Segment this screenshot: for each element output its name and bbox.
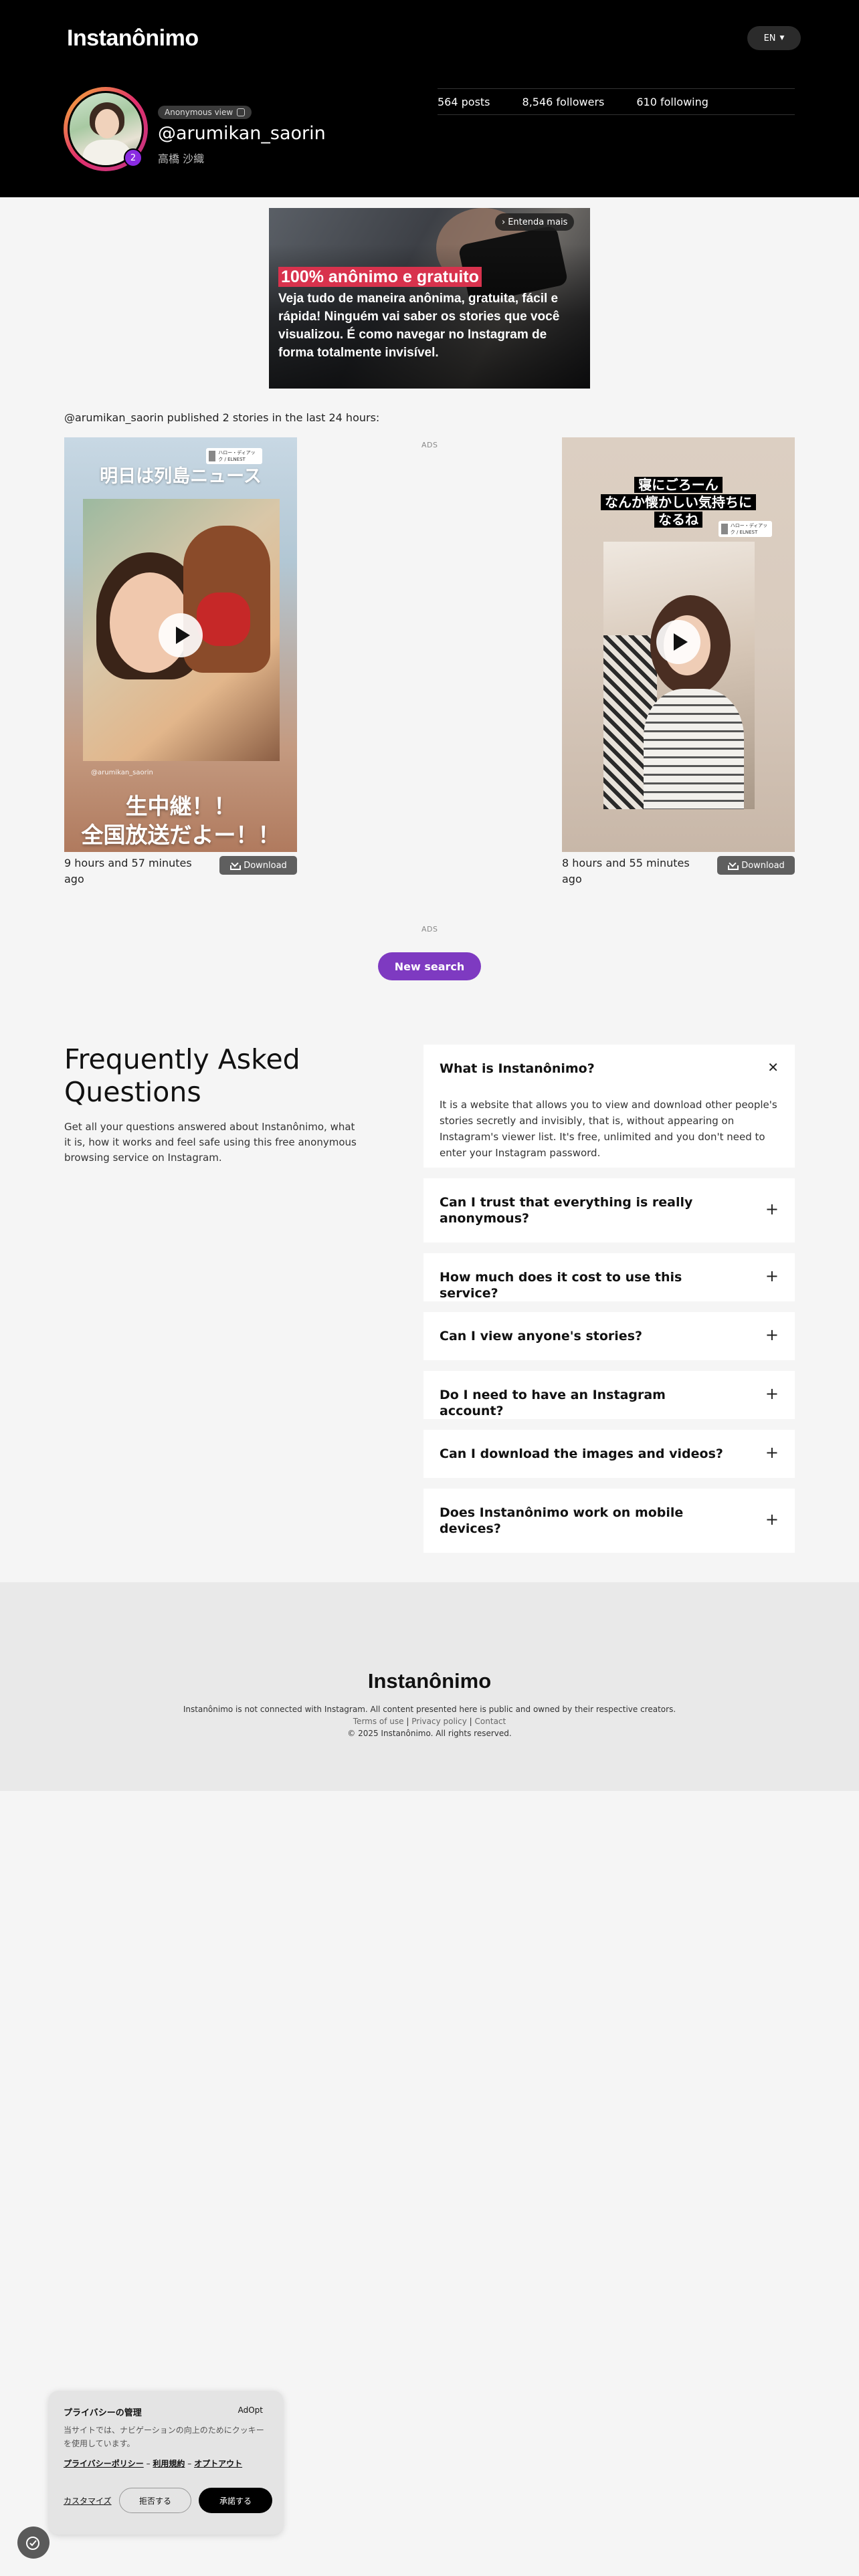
chevron-right-icon: › <box>502 217 506 227</box>
download-label: Download <box>244 860 287 871</box>
story-caption-line-3: なるね <box>654 512 702 528</box>
cookie-consent-panel: プライバシーの管理 AdOpt 当サイトでは、ナビゲーションの向上のためにクッキ… <box>49 2391 283 2535</box>
download-icon <box>229 861 242 870</box>
faq-question: Can I view anyone's stories? <box>440 1329 643 1344</box>
published-summary: @arumikan_saorin published 2 stories in … <box>64 411 380 424</box>
accept-button[interactable]: 承諾する <box>199 2488 272 2513</box>
story-caption-line-1: 生中継！！ <box>125 793 236 819</box>
eye-off-icon <box>237 108 246 116</box>
faq-item[interactable]: Can I view anyone's stories? + <box>423 1312 795 1360</box>
story-tag-chip: ハロー・ディアック / ELNEST <box>206 448 262 464</box>
terms-link[interactable]: Terms of use <box>353 1717 404 1726</box>
story-caption-line-1: 寝にごろーん <box>634 477 723 493</box>
plus-icon[interactable]: + <box>765 1200 779 1218</box>
opt-out-link[interactable]: オプトアウト <box>194 2459 242 2468</box>
faq-item[interactable]: Do I need to have an Instagram account? … <box>423 1371 795 1419</box>
followers-count: 8,546 followers <box>522 95 605 108</box>
cookie-settings-button[interactable] <box>17 2527 50 2559</box>
language-label: EN <box>763 33 776 43</box>
faq-question: How much does it cost to use this servic… <box>440 1270 682 1301</box>
privacy-link[interactable]: Privacy policy <box>411 1717 467 1726</box>
customize-link[interactable]: カスタマイズ <box>64 2495 112 2506</box>
contact-link[interactable]: Contact <box>475 1717 506 1726</box>
story-caption-line-2: 全国放送だよー！！ <box>81 822 280 848</box>
story-timestamp: 9 hours and 57 minutes ago <box>64 857 192 885</box>
ad-banner[interactable]: › Entenda mais 100% anônimo e gratuito V… <box>269 208 590 389</box>
story-tag-text: ハロー・ディアック / ELNEST <box>218 450 256 462</box>
story-tag-chip: ハロー・ディアック / ELNEST <box>719 521 772 537</box>
plus-icon[interactable]: + <box>765 1443 779 1462</box>
plus-icon[interactable]: + <box>765 1384 779 1403</box>
cookie-links: プライバシーポリシー – 利用規約 – オプトアウト <box>64 2459 243 2468</box>
story-caption-bottom: 生中継！！ 全国放送だよー！！ <box>64 792 297 849</box>
faq-item[interactable]: What is Instanônimo? ✕ It is a website t… <box>423 1045 795 1168</box>
plus-icon[interactable]: + <box>765 1510 779 1529</box>
cookie-check-icon <box>26 2537 39 2550</box>
new-search-button[interactable]: New search <box>378 952 481 980</box>
faq-question: Can I trust that everything is really an… <box>440 1195 693 1226</box>
profile-stats: 564 posts 8,546 followers 610 following <box>438 88 795 115</box>
header: Instanônimo EN ▼ 2 Anonymous view @arumi… <box>0 0 859 197</box>
profile-avatar-ring[interactable]: 2 <box>64 87 148 171</box>
plus-icon[interactable]: + <box>765 1267 779 1285</box>
faq-title: Frequently Asked Questions <box>64 1043 300 1108</box>
faq-subtitle: Get all your questions answered about In… <box>64 1121 357 1164</box>
story-image <box>603 542 755 809</box>
profile-real-name: 高橋 沙織 <box>158 152 205 165</box>
ads-label: ADS <box>421 441 438 449</box>
story-tag-text: ハロー・ディアック / ELNEST <box>730 523 768 535</box>
footer-copyright: © 2025 Instanônimo. All rights reserved. <box>347 1729 512 1738</box>
plus-icon[interactable]: + <box>765 1325 779 1344</box>
faq-answer: It is a website that allows you to view … <box>440 1099 777 1159</box>
footer: Instanônimo Instanônimo is not connected… <box>0 1582 859 1791</box>
download-icon <box>727 861 739 870</box>
footer-links: Terms of use | Privacy policy | Contact <box>353 1717 506 1726</box>
play-icon[interactable] <box>159 613 203 657</box>
story-timestamp: 8 hours and 55 minutes ago <box>562 857 690 885</box>
posts-count: 564 posts <box>438 95 490 108</box>
ad-cta-label: Entenda mais <box>508 217 568 227</box>
faq-item[interactable]: Can I download the images and videos? + <box>423 1430 795 1478</box>
profile-username: @arumikan_saorin <box>158 123 326 144</box>
ads-label: ADS <box>421 925 438 934</box>
footer-logo[interactable]: Instanônimo <box>0 1669 859 1693</box>
following-count: 610 following <box>636 95 708 108</box>
story-card[interactable]: 寝にごろーん なんか懐かしい気持ちに なるね ハロー・ディアック / ELNES… <box>562 437 795 852</box>
download-button[interactable]: Download <box>219 856 297 875</box>
story-caption-line-2: なんか懐かしい気持ちに <box>601 494 756 510</box>
faq-item[interactable]: Does Instanônimo work on mobile devices?… <box>423 1489 795 1553</box>
faq-question: Do I need to have an Instagram account? <box>440 1388 666 1418</box>
story-caption-top: 明日は列島ニュース <box>100 466 262 487</box>
terms-link[interactable]: 利用規約 <box>153 2459 185 2468</box>
close-icon[interactable]: ✕ <box>767 1059 779 1075</box>
cookie-brand: AdOpt <box>237 2405 263 2415</box>
privacy-policy-link[interactable]: プライバシーポリシー <box>64 2459 144 2468</box>
download-label: Download <box>741 860 785 871</box>
ad-learn-more-button[interactable]: › Entenda mais <box>495 213 575 231</box>
faq-item[interactable]: How much does it cost to use this servic… <box>423 1253 795 1301</box>
footer-disclaimer: Instanônimo is not connected with Instag… <box>183 1705 676 1714</box>
anonymous-view-label: Anonymous view <box>165 108 233 117</box>
cookie-title: プライバシーの管理 <box>64 2408 142 2418</box>
chevron-down-icon: ▼ <box>779 35 785 41</box>
cookie-body: 当サイトでは、ナビゲーションの向上のためにクッキーを使用しています。 <box>64 2426 264 2448</box>
story-card[interactable]: 明日は列島ニュース ハロー・ディアック / ELNEST @arumikan_s… <box>64 437 297 852</box>
faq-question: Can I download the images and videos? <box>440 1446 723 1461</box>
reject-button[interactable]: 拒否する <box>119 2488 191 2513</box>
faq-item[interactable]: Can I trust that everything is really an… <box>423 1178 795 1243</box>
play-icon[interactable] <box>656 620 700 664</box>
language-selector[interactable]: EN ▼ <box>747 26 801 50</box>
faq-question: Does Instanônimo work on mobile devices? <box>440 1505 684 1536</box>
download-button[interactable]: Download <box>717 856 795 875</box>
ad-body: Veja tudo de maneira anônima, gratuita, … <box>278 292 560 360</box>
faq-question: What is Instanônimo? <box>440 1061 595 1076</box>
story-handle: @arumikan_saorin <box>91 769 153 776</box>
site-logo[interactable]: Instanônimo <box>67 25 199 51</box>
anonymous-view-badge: Anonymous view <box>158 106 252 119</box>
story-count-badge: 2 <box>124 148 142 167</box>
ad-headline: 100% anônimo e gratuito <box>278 267 482 287</box>
